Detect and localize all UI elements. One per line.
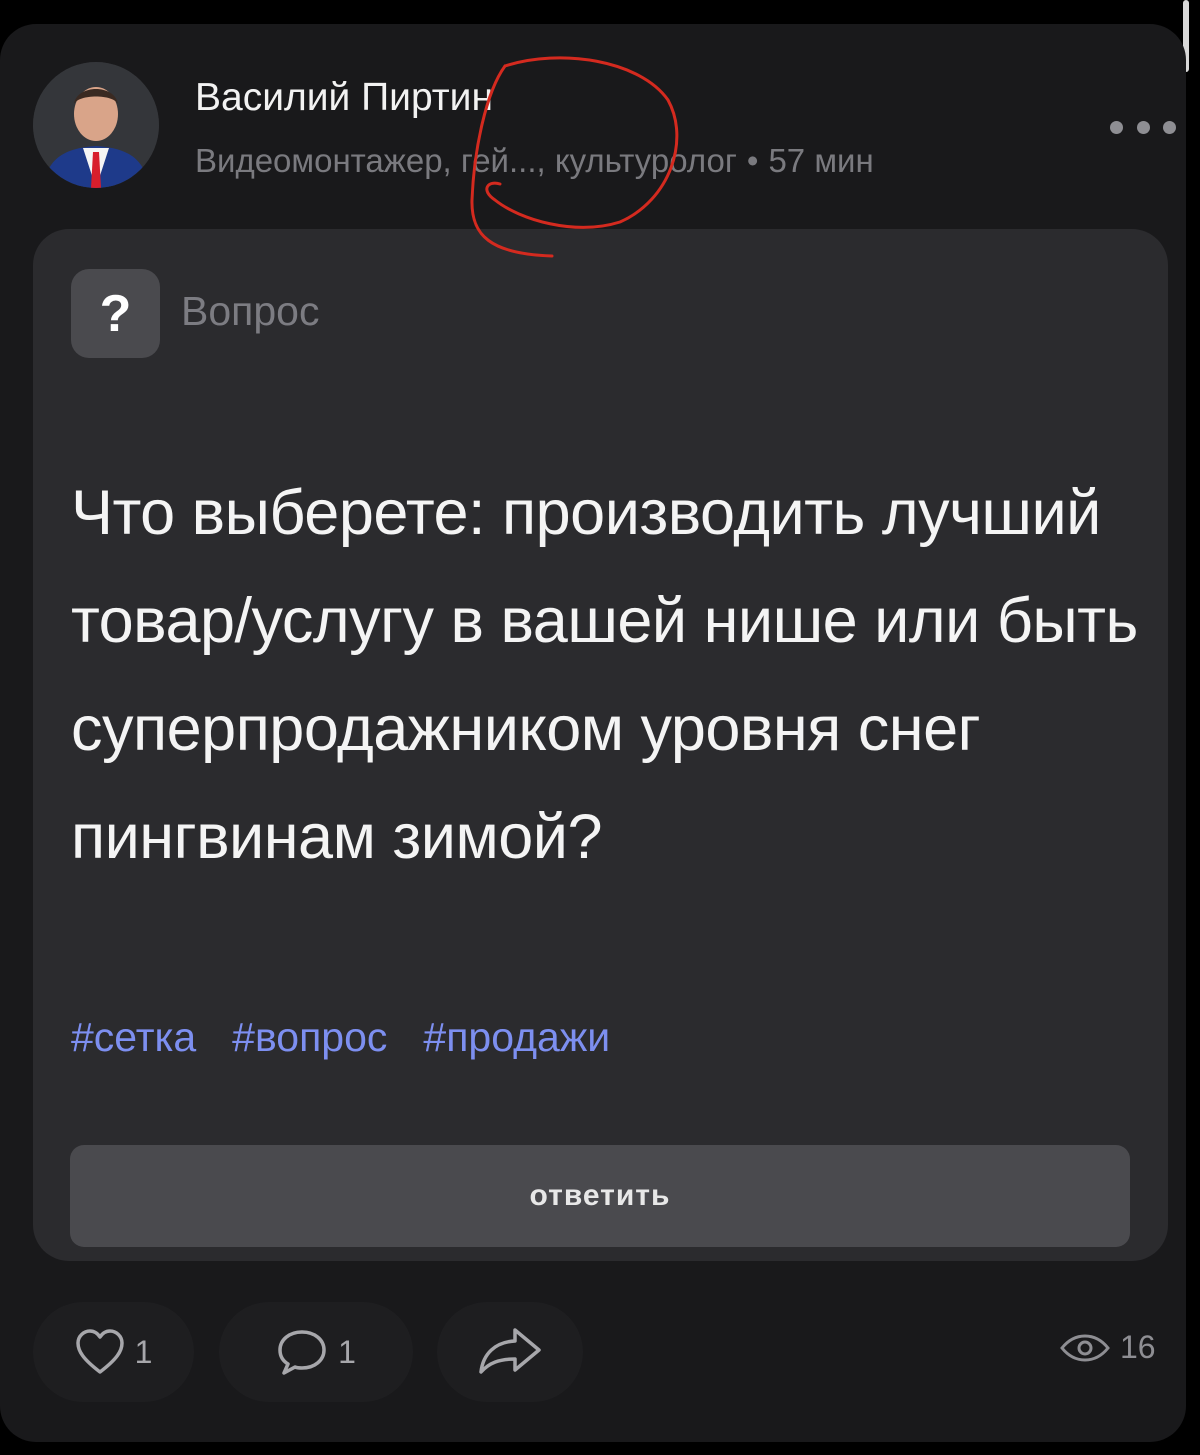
author-avatar[interactable] — [33, 62, 159, 188]
post-card: Василий Пиртин Видеомонтажер, гей..., ку… — [0, 24, 1186, 1442]
question-mark-icon: ? — [71, 269, 160, 358]
share-button[interactable] — [437, 1302, 583, 1402]
author-headline: Видеомонтажер, гей..., культуролог — [195, 142, 737, 179]
answer-button[interactable]: ответить — [70, 1145, 1130, 1247]
share-arrow-icon — [479, 1328, 541, 1374]
question-text: Что выберете: производить лучший товар/у… — [71, 478, 1138, 872]
question-card: ? Вопрос Что выберете: производить лучши… — [33, 229, 1168, 1261]
tag-list: #сетка #вопрос #продажи — [71, 1014, 610, 1061]
like-count: 1 — [134, 1333, 153, 1370]
comment-count: 1 — [338, 1333, 356, 1370]
tag-vopros[interactable]: #вопрос — [232, 1014, 387, 1061]
eye-icon — [1060, 1333, 1110, 1362]
post-time: 57 мин — [768, 142, 874, 179]
more-options-icon[interactable] — [1110, 112, 1176, 142]
view-count: 16 — [1120, 1329, 1156, 1365]
like-button[interactable]: 1 — [33, 1302, 194, 1402]
comment-button[interactable]: 1 — [219, 1302, 413, 1402]
tag-setka[interactable]: #сетка — [71, 1014, 196, 1061]
comment-bubble-icon — [278, 1330, 326, 1375]
view-counter: 16 — [1060, 1329, 1156, 1366]
tag-prodazhi[interactable]: #продажи — [423, 1014, 610, 1061]
heart-icon — [75, 1329, 124, 1374]
question-type-label: Вопрос — [181, 288, 320, 334]
author-meta: Видеомонтажер, гей..., культуролог • 57 ми… — [195, 142, 874, 180]
author-name[interactable]: Василий Пиртин — [195, 76, 493, 120]
meta-separator: • — [746, 142, 759, 179]
